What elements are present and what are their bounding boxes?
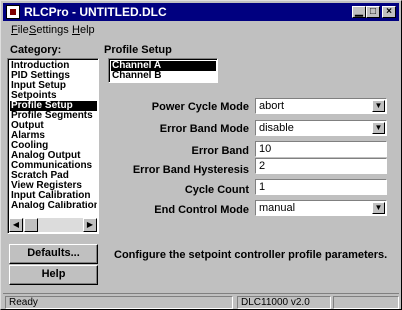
end-control-mode-select[interactable]: manual ▼ <box>255 200 387 216</box>
window-title: RLCPro - UNTITLED.DLC <box>24 5 167 19</box>
menu-settings-label: ettings <box>36 24 69 36</box>
status-version: DLC11000 v2.0 <box>237 296 331 309</box>
error-band-mode-label: Error Band Mode <box>159 123 249 135</box>
status-extra <box>333 296 399 309</box>
category-list-frame: Introduction PID Settings Input Setup Se… <box>8 59 98 233</box>
error-band-mode-value: disable <box>259 122 294 134</box>
page-title: Profile Setup <box>104 44 172 56</box>
menu-file[interactable]: File <box>11 24 29 36</box>
menu-help-label: elp <box>79 24 95 36</box>
scroll-left-button[interactable]: ◀ <box>9 218 23 232</box>
error-band-hysteresis-input[interactable]: 2 <box>255 158 387 174</box>
status-separator <box>3 293 399 294</box>
channel-list[interactable]: Channel A Channel B <box>108 58 218 83</box>
status-message: Ready <box>5 296 233 309</box>
category-hscrollbar[interactable]: ◀ ▶ <box>9 218 97 232</box>
menu-help[interactable]: Help <box>72 24 95 36</box>
channel-list-frame: Channel A Channel B <box>109 59 217 82</box>
maximize-button[interactable]: □ <box>366 6 380 18</box>
menu-help-accel: H <box>72 24 80 36</box>
category-heading: Category: <box>10 44 62 56</box>
menu-bar: File Settings Help <box>3 22 399 40</box>
category-list[interactable]: Introduction PID Settings Input Setup Se… <box>7 58 99 234</box>
chevron-down-icon[interactable]: ▼ <box>372 122 385 134</box>
scroll-right-button[interactable]: ▶ <box>83 218 97 232</box>
defaults-button[interactable]: Defaults... <box>9 244 98 264</box>
end-control-mode-value: manual <box>259 202 296 214</box>
description-text: Configure the setpoint controller profil… <box>114 249 388 261</box>
error-band-input[interactable]: 10 <box>255 141 387 157</box>
error-band-hysteresis-value: 2 <box>259 160 266 172</box>
category-item-input-calibration[interactable]: Input Calibration <box>10 191 97 201</box>
category-item-analog-calibration[interactable]: Analog Calibration <box>10 201 97 211</box>
close-button[interactable]: × <box>382 6 396 18</box>
menu-settings[interactable]: Settings <box>29 24 69 36</box>
app-icon[interactable] <box>6 5 20 19</box>
cycle-count-value: 1 <box>259 181 266 193</box>
cycle-count-label: Cycle Count <box>184 184 249 196</box>
error-band-label: Error Band <box>191 145 249 157</box>
error-band-value: 10 <box>259 143 272 155</box>
menu-file-accel: F <box>11 24 18 36</box>
help-button[interactable]: Help <box>9 265 98 285</box>
channel-item-b[interactable]: Channel B <box>111 71 216 81</box>
error-band-mode-select[interactable]: disable ▼ <box>255 120 387 136</box>
title-bar[interactable]: RLCPro - UNTITLED.DLC ▁ □ × <box>3 3 399 21</box>
cycle-count-input[interactable]: 1 <box>255 179 387 195</box>
minimize-button[interactable]: ▁ <box>352 6 366 18</box>
power-cycle-mode-select[interactable]: abort ▼ <box>255 98 387 114</box>
end-control-mode-label: End Control Mode <box>154 204 249 216</box>
power-cycle-mode-value: abort <box>259 100 285 112</box>
menu-file-label: ile <box>17 24 29 36</box>
scroll-thumb[interactable] <box>24 218 38 232</box>
chevron-down-icon[interactable]: ▼ <box>372 100 385 112</box>
app-window: RLCPro - UNTITLED.DLC ▁ □ × File Setting… <box>0 0 402 310</box>
chevron-down-icon[interactable]: ▼ <box>372 202 385 214</box>
power-cycle-mode-label: Power Cycle Mode <box>151 101 249 113</box>
error-band-hysteresis-label: Error Band Hysteresis <box>132 164 249 176</box>
